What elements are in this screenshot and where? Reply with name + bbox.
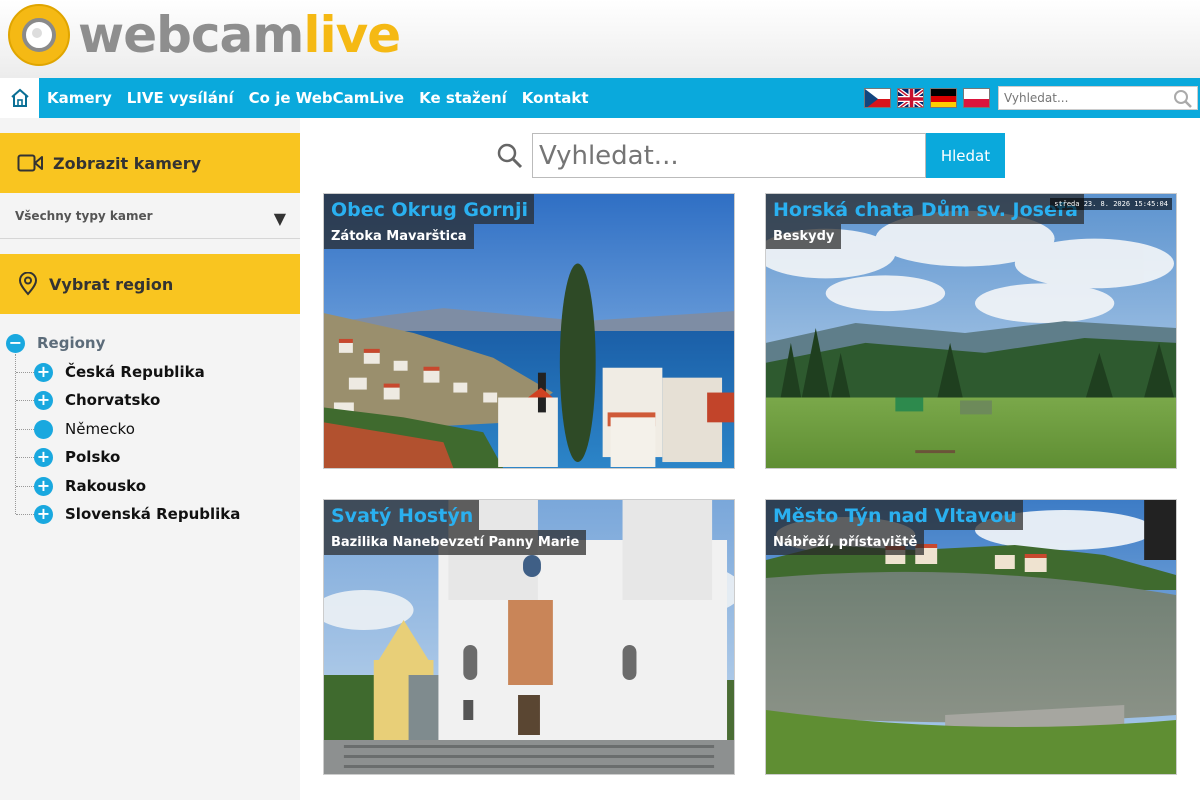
tree-item-label: Slovenská Republika [65,505,241,523]
expand-icon[interactable]: + [34,447,53,467]
expand-icon[interactable]: + [34,390,53,410]
flag-cz-icon[interactable] [864,88,891,108]
nav-search [998,86,1198,110]
select-region-label: Vybrat region [49,274,174,294]
sidebar: Zobrazit kamery Všechny typy kamer ▼ Vyb… [0,118,300,800]
expand-icon[interactable]: + [34,504,53,524]
select-region-header[interactable]: Vybrat region [0,254,300,314]
tree-item-sk[interactable]: + Slovenská Republika [16,503,241,525]
tree-root-regions[interactable]: − Regiony [6,332,105,354]
logo-text: webcamlive [78,6,401,64]
nav-search-input[interactable] [999,87,1169,109]
tree-item-label: Rakousko [65,477,147,495]
language-flags [864,88,996,108]
nav-item-download[interactable]: Ke stažení [419,89,507,107]
tree-item-cz[interactable]: + Česká Republika [16,361,205,383]
camera-title: Město Týn nad Vltavou [766,500,1023,530]
camera-card[interactable]: Svatý Hostýn Bazilika Nanebevzetí Panny … [323,499,735,775]
header: webcamlive [0,0,1200,78]
show-cameras-header[interactable]: Zobrazit kamery [0,133,300,193]
tree-item-label: Česká Republika [65,363,205,381]
nav-item-kamery[interactable]: Kamery [47,89,112,107]
tree-item-pl[interactable]: + Polsko [16,446,121,468]
logo-webcam-icon [8,4,70,66]
dropdown-arrow-icon: ▼ [273,209,286,228]
nav-items: Kamery LIVE vysílání Co je WebCamLive Ke… [47,78,604,118]
tree-connector [15,354,16,514]
search-icon [497,143,523,169]
tree-item-at[interactable]: + Rakousko [16,475,147,497]
tree-item-hr[interactable]: + Chorvatsko [16,389,161,411]
camera-type-value: Všechny typy kamer [15,208,153,223]
nav-item-about[interactable]: Co je WebCamLive [249,89,404,107]
show-cameras-label: Zobrazit kamery [53,153,202,173]
nav-item-contact[interactable]: Kontakt [522,89,589,107]
home-button[interactable] [0,78,39,118]
search-button[interactable]: Hledat [926,133,1005,178]
flag-uk-icon[interactable] [897,88,924,108]
camera-subtitle: Nábřeží, přístaviště [766,530,925,555]
camera-subtitle: Bazilika Nanebevzetí Panny Marie [324,530,587,555]
tree-item-label: Německo [65,420,135,438]
tree-item-de[interactable]: Německo [16,418,135,440]
collapse-icon[interactable]: − [6,333,25,353]
location-pin-icon [18,272,38,296]
leaf-dot-icon [34,419,53,439]
expand-icon[interactable]: + [34,362,53,382]
webcamlive-logo[interactable]: webcamlive [8,4,408,72]
tree-item-label: Polsko [65,448,121,466]
camera-title: Svatý Hostýn [324,500,480,530]
expand-icon[interactable]: + [34,476,53,496]
camera-subtitle: Beskydy [766,224,842,249]
camera-title: Horská chata Dům sv. Josefa [766,194,1084,224]
search-icon[interactable] [1173,89,1193,109]
tree-root-label: Regiony [37,334,106,352]
main-search-input[interactable] [532,133,926,178]
video-camera-icon [17,154,43,172]
camera-card[interactable]: Horská chata Dům sv. Josefa Beskydy stře… [765,193,1177,469]
camera-subtitle: Zátoka Mavarštica [324,224,474,249]
camera-timestamp: středa 23. 8. 2026 15:45:04 [1050,198,1172,210]
home-icon [10,88,29,107]
camera-card[interactable]: Obec Okrug Gornji Zátoka Mavarštica [323,193,735,469]
flag-pl-icon[interactable] [963,88,990,108]
tree-item-label: Chorvatsko [65,391,161,409]
flag-de-icon[interactable] [930,88,957,108]
camera-title: Obec Okrug Gornji [324,194,534,224]
camera-card[interactable]: Město Týn nad Vltavou Nábřeží, přístaviš… [765,499,1177,775]
camera-type-select[interactable]: Všechny typy kamer ▼ [0,193,300,239]
nav-item-live[interactable]: LIVE vysílání [127,89,234,107]
main-nav: Kamery LIVE vysílání Co je WebCamLive Ke… [0,78,1200,118]
